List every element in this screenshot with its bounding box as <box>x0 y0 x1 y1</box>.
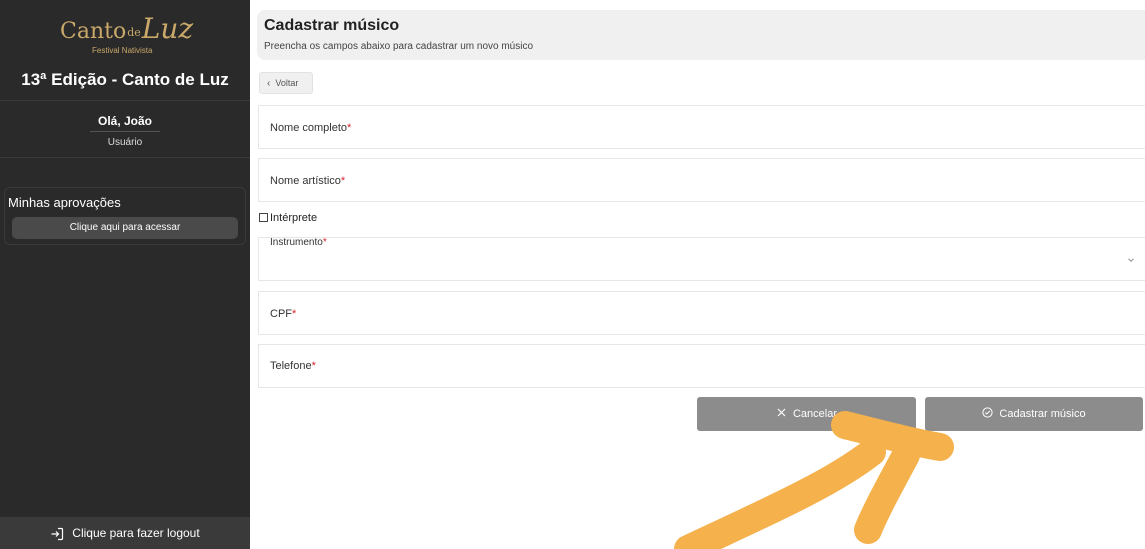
logo-de: de <box>127 25 141 39</box>
required-mark: * <box>311 360 316 372</box>
phone-label-text: Telefone <box>270 360 312 372</box>
full-name-field[interactable]: Nome completo* <box>258 105 1145 149</box>
artistic-name-label-text: Nome artístico <box>270 175 341 187</box>
instrument-label-text: Instrumento <box>270 237 323 248</box>
festival-logo[interactable]: CantodeLuz Festival Nativista <box>0 6 250 60</box>
logout-button[interactable]: Clique para fazer logout <box>0 517 250 549</box>
cancel-button[interactable]: Cancelar <box>697 397 916 431</box>
artistic-name-field[interactable]: Nome artístico* <box>258 158 1145 202</box>
user-role: Usuário <box>107 137 143 148</box>
chevron-down-icon <box>1128 258 1134 263</box>
cpf-label-text: CPF <box>270 308 292 320</box>
sidebar-divider <box>0 100 250 101</box>
artistic-name-label: Nome artístico* <box>270 175 345 187</box>
instrument-select[interactable]: Instrumento* <box>258 237 1145 281</box>
logo-canto: Canto <box>60 19 127 44</box>
interpreter-checkbox[interactable] <box>259 213 268 222</box>
required-mark: * <box>322 237 327 248</box>
page-title: Cadastrar músico <box>264 17 400 34</box>
back-label: Voltar <box>275 78 299 88</box>
sidebar: CantodeLuz Festival Nativista 13ª Edição… <box>0 0 250 549</box>
required-mark: * <box>340 175 346 187</box>
app-window: CantodeLuz Festival Nativista 13ª Edição… <box>0 0 1145 549</box>
phone-label: Telefone* <box>270 360 316 372</box>
edition-title: 13ª Edição - Canto de Luz <box>21 70 229 89</box>
required-mark: * <box>347 122 352 134</box>
full-name-label: Nome completo* <box>270 122 351 134</box>
back-button[interactable]: ‹ Voltar <box>259 72 313 94</box>
close-icon <box>777 408 786 417</box>
logo-luz: Luz <box>141 12 194 45</box>
phone-field[interactable]: Telefone* <box>258 344 1145 388</box>
cancel-label: Cancelar <box>792 408 838 420</box>
cpf-field[interactable]: CPF* <box>258 291 1145 335</box>
logo-wordmark: CantodeLuz <box>60 12 193 45</box>
required-mark: * <box>292 308 297 320</box>
page-header: Cadastrar músico Preencha os campos abai… <box>257 10 1145 60</box>
sidebar-divider <box>0 157 250 158</box>
logout-icon <box>51 527 64 540</box>
chevron-left-icon: ‹ <box>267 78 271 89</box>
page-subtitle: Preencha os campos abaixo para cadastrar… <box>264 41 534 52</box>
instrument-label: Instrumento* <box>270 237 327 248</box>
user-greeting: Olá, João <box>97 114 153 128</box>
greeting-divider <box>90 131 160 132</box>
check-circle-icon <box>982 407 993 418</box>
cpf-label: CPF* <box>270 308 296 320</box>
approvals-title: Minhas aprovações <box>8 195 121 210</box>
approvals-access-button[interactable]: Clique aqui para acessar <box>12 217 238 239</box>
full-name-label-text: Nome completo <box>270 122 348 134</box>
submit-musician-button[interactable]: Cadastrar músico <box>925 397 1143 431</box>
logout-label: Clique para fazer logout <box>72 526 200 540</box>
submit-label: Cadastrar músico <box>999 408 1086 420</box>
logo-subtitle: Festival Nativista <box>92 46 153 55</box>
interpreter-label: Intérprete <box>270 212 318 224</box>
interpreter-checkbox-row[interactable]: Intérprete <box>259 212 317 224</box>
